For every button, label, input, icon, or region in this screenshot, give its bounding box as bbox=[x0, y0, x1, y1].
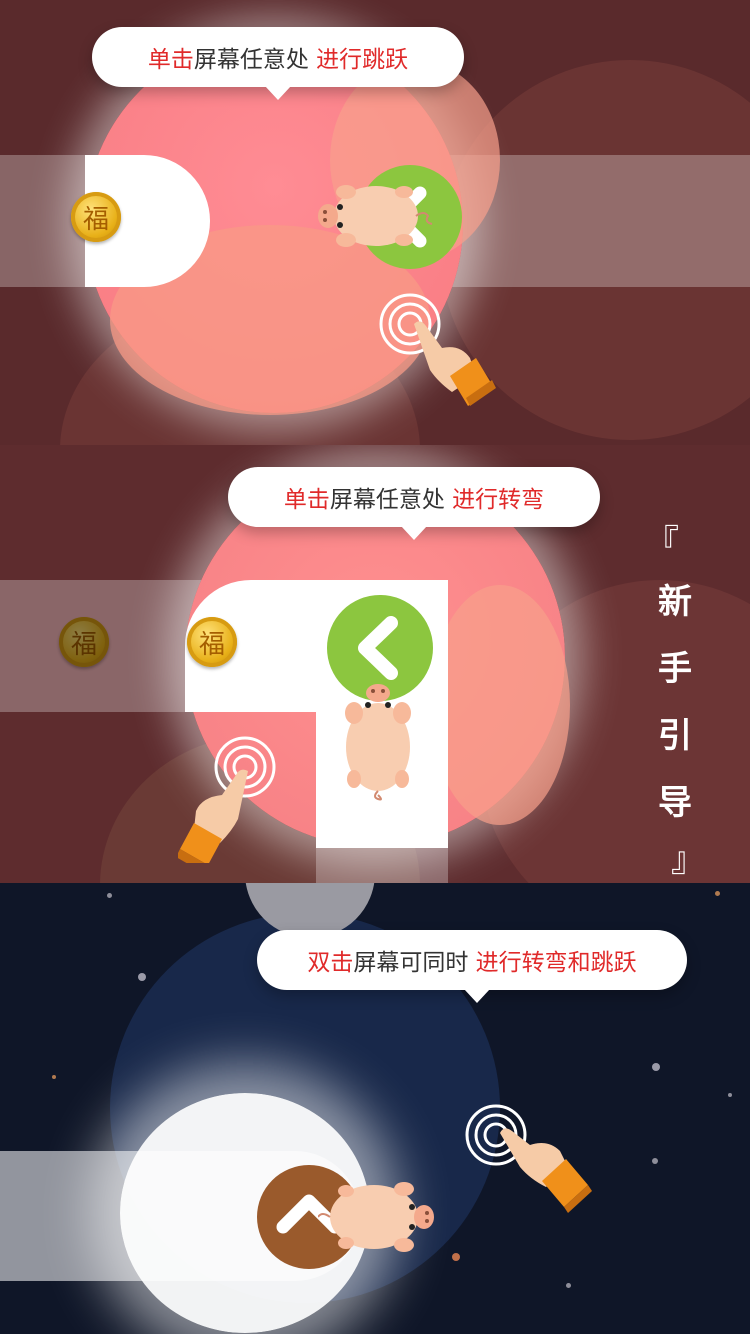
star bbox=[138, 973, 146, 981]
pig-icon bbox=[318, 1182, 434, 1252]
hint-suffix: 进行跳跃 bbox=[316, 47, 409, 73]
hint-suffix: 进行转弯 bbox=[452, 487, 545, 513]
hint-bubble: 双击 屏幕可同时 进行转弯和跳跃 bbox=[257, 930, 687, 1003]
hint-bubble: 单击 屏幕任意处 进行跳跃 bbox=[92, 27, 464, 100]
guide-title: 『 新 手 引 导 』 bbox=[645, 515, 705, 881]
star bbox=[715, 891, 720, 896]
star bbox=[652, 1063, 660, 1071]
pig-icon bbox=[318, 185, 433, 247]
hint-suffix: 进行转弯和跳跃 bbox=[475, 950, 637, 976]
pointing-hand-icon bbox=[178, 769, 248, 863]
star bbox=[652, 1158, 658, 1164]
title-char: 引 bbox=[658, 716, 692, 756]
coin-icon: 福 bbox=[71, 192, 121, 242]
star bbox=[107, 893, 112, 898]
title-char: 新 bbox=[658, 582, 692, 622]
title-char: 导 bbox=[658, 783, 692, 823]
guide-panel-turn: 福 福 单击 屏幕任意处 进行转弯 bbox=[0, 445, 750, 883]
star bbox=[728, 1093, 732, 1097]
pointing-hand-icon bbox=[500, 1128, 592, 1213]
title-bracket-close: 』 bbox=[671, 840, 705, 880]
pointing-hand-icon bbox=[414, 321, 496, 406]
title-bracket-open: 『 bbox=[645, 523, 679, 563]
hint-prefix: 双击 bbox=[307, 950, 354, 976]
star bbox=[52, 1075, 56, 1079]
spotlight-blob bbox=[430, 585, 570, 825]
hint-prefix: 单击 bbox=[147, 47, 194, 73]
hint-bubble: 单击 屏幕任意处 进行转弯 bbox=[228, 467, 600, 540]
star bbox=[566, 1283, 571, 1288]
hint-middle: 屏幕可同时 bbox=[353, 950, 469, 976]
title-char: 手 bbox=[658, 649, 692, 689]
coin-icon: 福 bbox=[187, 617, 237, 667]
guide-panel-double-tap: 双击 屏幕可同时 进行转弯和跳跃 bbox=[0, 883, 750, 1334]
hint-middle: 屏幕任意处 bbox=[193, 47, 309, 73]
hint-middle: 屏幕任意处 bbox=[329, 487, 445, 513]
hint-prefix: 单击 bbox=[283, 487, 330, 513]
guide-panel-jump: 福 单击 屏幕任意处 进行跳跃 bbox=[0, 0, 750, 445]
coin-icon: 福 bbox=[59, 617, 109, 667]
star bbox=[452, 1253, 460, 1261]
pig-icon bbox=[345, 684, 411, 801]
